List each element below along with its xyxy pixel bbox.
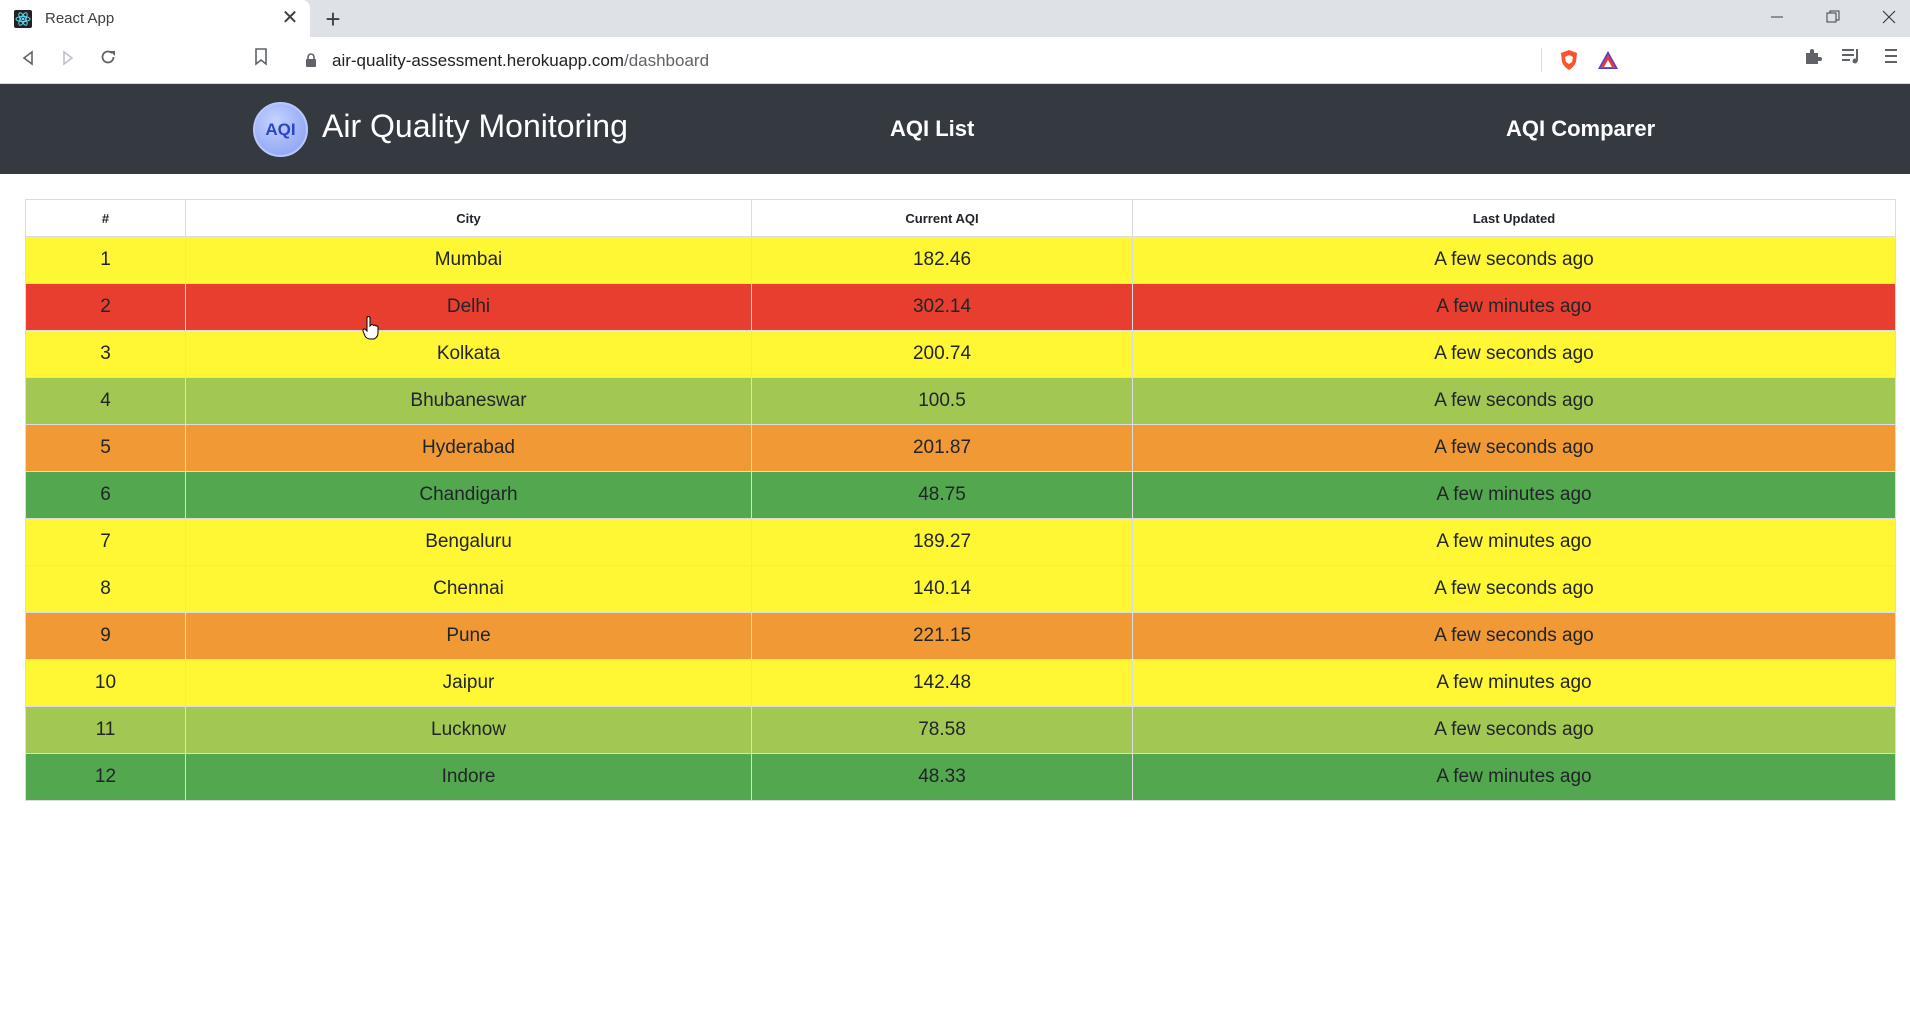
cell-city: Mumbai: [185, 236, 752, 284]
forward-icon[interactable]: [53, 45, 83, 75]
extensions-puzzle-icon[interactable]: [1802, 45, 1824, 67]
cell-index: 9: [25, 612, 186, 660]
cell-last-updated: A few seconds ago: [1132, 706, 1896, 754]
close-window-icon[interactable]: [1861, 0, 1910, 37]
brave-rewards-icon[interactable]: [1597, 49, 1619, 71]
cell-index: 11: [25, 706, 186, 754]
cell-current-aqi: 201.87: [751, 424, 1133, 472]
cell-current-aqi: 189.27: [751, 518, 1133, 566]
cell-last-updated: A few minutes ago: [1132, 283, 1896, 331]
cell-index: 6: [25, 471, 186, 519]
lock-icon: [306, 53, 316, 67]
brave-shield-icon[interactable]: [1558, 49, 1580, 71]
back-icon[interactable]: [13, 45, 43, 75]
cell-city: Bengaluru: [185, 518, 752, 566]
aqi-logo[interactable]: AQI: [253, 102, 308, 157]
cell-city: Kolkata: [185, 330, 752, 378]
table-row: 12 Indore 48.33 A few minutes ago: [25, 753, 1896, 801]
table-row: 4 Bhubaneswar 100.5 A few seconds ago: [25, 377, 1896, 425]
table-row: 1 Mumbai 182.46 A few seconds ago: [25, 236, 1896, 284]
browser-tab[interactable]: React App ✕: [0, 0, 310, 37]
cell-index: 3: [25, 330, 186, 378]
cell-last-updated: A few seconds ago: [1132, 612, 1896, 660]
cell-last-updated: A few seconds ago: [1132, 424, 1896, 472]
nav-link-aqi-list[interactable]: AQI List: [890, 116, 974, 142]
cell-city: Delhi: [185, 283, 752, 331]
cell-city: Hyderabad: [185, 424, 752, 472]
cell-current-aqi: 142.48: [751, 659, 1133, 707]
omnibox-divider: [1541, 48, 1542, 72]
media-playlist-icon[interactable]: [1840, 45, 1862, 67]
url-path: /dashboard: [623, 51, 710, 70]
brand-title[interactable]: Air Quality Monitoring: [322, 108, 628, 145]
header-current-aqi: Current AQI: [751, 199, 1133, 237]
header-last-updated: Last Updated: [1132, 199, 1896, 237]
cell-current-aqi: 48.75: [751, 471, 1133, 519]
minimize-icon[interactable]: [1749, 0, 1805, 37]
cell-index: 4: [25, 377, 186, 425]
cell-last-updated: A few seconds ago: [1132, 330, 1896, 378]
cell-index: 7: [25, 518, 186, 566]
cell-current-aqi: 78.58: [751, 706, 1133, 754]
restore-icon[interactable]: [1805, 0, 1861, 37]
cell-city: Pune: [185, 612, 752, 660]
cell-current-aqi: 182.46: [751, 236, 1133, 284]
cell-current-aqi: 302.14: [751, 283, 1133, 331]
new-tab-button[interactable]: +: [318, 4, 348, 34]
browser-tab-bar: React App ✕ +: [0, 0, 1910, 37]
browser-toolbar: air-quality-assessment.herokuapp.com/das…: [0, 37, 1910, 84]
table-row: 11 Lucknow 78.58 A few seconds ago: [25, 706, 1896, 754]
table-row: 7 Bengaluru 189.27 A few minutes ago: [25, 518, 1896, 566]
cell-index: 1: [25, 236, 186, 284]
cell-index: 2: [25, 283, 186, 331]
table-row: 3 Kolkata 200.74 A few seconds ago: [25, 330, 1896, 378]
cell-last-updated: A few seconds ago: [1132, 565, 1896, 613]
nav-link-aqi-comparer[interactable]: AQI Comparer: [1506, 116, 1655, 142]
cell-last-updated: A few minutes ago: [1132, 753, 1896, 801]
cell-index: 12: [25, 753, 186, 801]
table-row: 10 Jaipur 142.48 A few minutes ago: [25, 659, 1896, 707]
cell-last-updated: A few minutes ago: [1132, 659, 1896, 707]
cell-last-updated: A few seconds ago: [1132, 377, 1896, 425]
cell-index: 10: [25, 659, 186, 707]
table-row: 8 Chennai 140.14 A few seconds ago: [25, 565, 1896, 613]
table-body: 1 Mumbai 182.46 A few seconds ago 2 Delhi 302.…: [25, 236, 1896, 801]
cell-current-aqi: 48.33: [751, 753, 1133, 801]
cell-current-aqi: 200.74: [751, 330, 1133, 378]
hand-cursor-icon: [362, 316, 379, 340]
close-tab-icon[interactable]: ✕: [279, 7, 301, 29]
table-row: 6 Chandigarh 48.75 A few minutes ago: [25, 471, 1896, 519]
aqi-table: # City Current AQI Last Updated 1 Mumbai 1…: [25, 199, 1896, 801]
cell-last-updated: A few seconds ago: [1132, 236, 1896, 284]
cell-index: 5: [25, 424, 186, 472]
address-bar[interactable]: air-quality-assessment.herokuapp.com/das…: [292, 42, 1632, 78]
table-header-row: # City Current AQI Last Updated: [25, 199, 1896, 237]
url-text: air-quality-assessment.herokuapp.com/das…: [332, 51, 709, 71]
reload-icon[interactable]: [93, 45, 123, 75]
cell-city: Chennai: [185, 565, 752, 613]
cell-last-updated: A few minutes ago: [1132, 518, 1896, 566]
cell-city: Jaipur: [185, 659, 752, 707]
cell-current-aqi: 100.5: [751, 377, 1133, 425]
cell-city: Lucknow: [185, 706, 752, 754]
cell-current-aqi: 221.15: [751, 612, 1133, 660]
table-row: 5 Hyderabad 201.87 A few seconds ago: [25, 424, 1896, 472]
tab-title: React App: [45, 10, 115, 27]
cell-city: Bhubaneswar: [185, 377, 752, 425]
react-logo-icon: [14, 10, 32, 28]
table-row: 9 Pune 221.15 A few seconds ago: [25, 612, 1896, 660]
header-city: City: [185, 199, 752, 237]
bookmark-icon[interactable]: [246, 45, 276, 75]
app-navbar: AQI Air Quality Monitoring AQI List AQI …: [0, 84, 1910, 174]
cell-last-updated: A few minutes ago: [1132, 471, 1896, 519]
cell-index: 8: [25, 565, 186, 613]
cell-city: Chandigarh: [185, 471, 752, 519]
table-row: 2 Delhi 302.14 A few minutes ago: [25, 283, 1896, 331]
cell-city: Indore: [185, 753, 752, 801]
cell-current-aqi: 140.14: [751, 565, 1133, 613]
url-host: air-quality-assessment.herokuapp.com: [332, 51, 624, 70]
header-index: #: [25, 199, 186, 237]
menu-icon[interactable]: [1880, 45, 1902, 67]
